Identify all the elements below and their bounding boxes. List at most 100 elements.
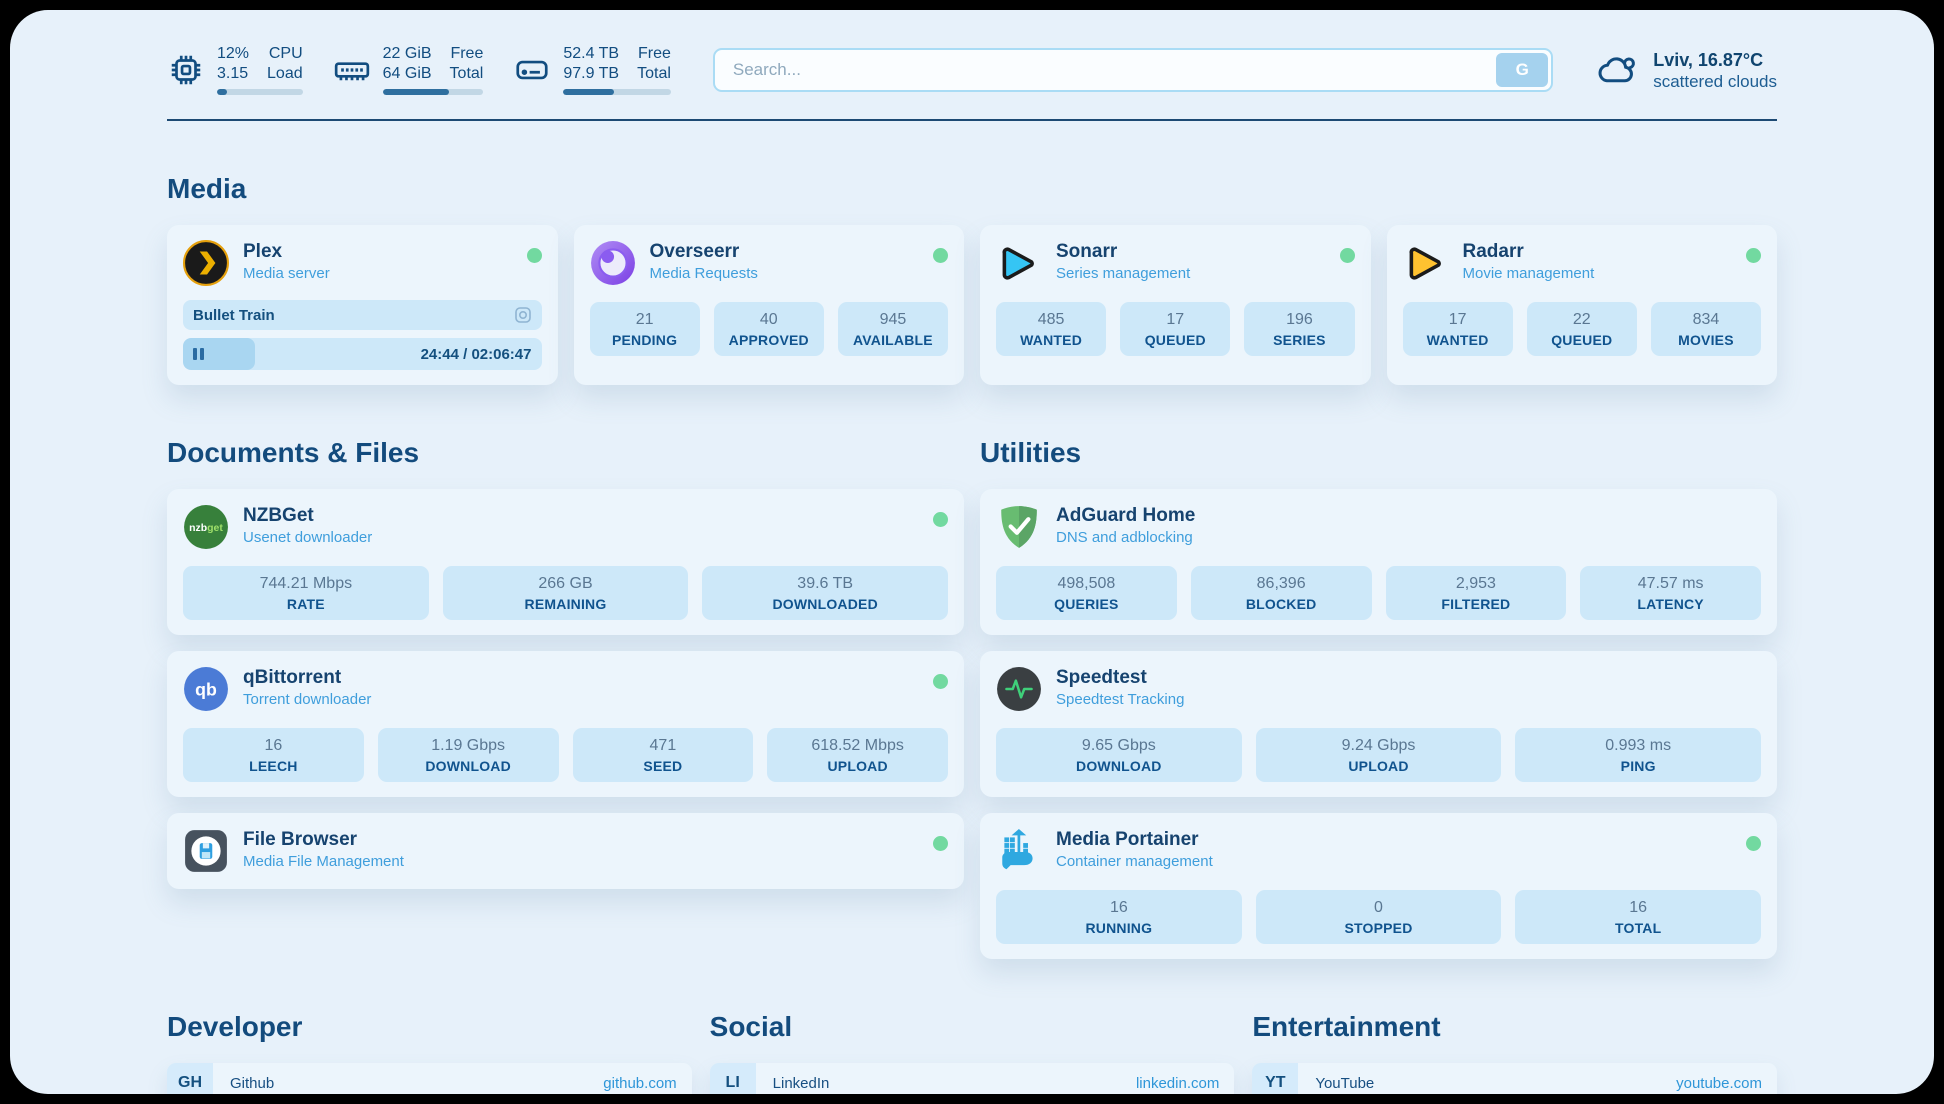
cloud-icon	[1595, 52, 1639, 88]
top-bar: 12% 3.15 CPU Load	[167, 10, 1777, 95]
stat-available: 945 AVAILABLE	[838, 302, 948, 356]
filebrowser-card[interactable]: File Browser Media File Management	[167, 813, 964, 889]
nzbget-card[interactable]: nzbget NZBGet Usenet downloader 744.21 M…	[167, 489, 964, 635]
ram-icon	[333, 51, 371, 89]
svg-text:nzbget: nzbget	[189, 523, 223, 534]
filebrowser-logo-icon	[183, 828, 229, 874]
weather-condition: scattered clouds	[1653, 72, 1777, 92]
memory-progress	[383, 89, 484, 95]
sonarr-card[interactable]: Sonarr Series management 485 WANTED 17 Q…	[980, 225, 1371, 385]
qbittorrent-logo-icon: qb	[183, 666, 229, 712]
stat-upload: 618.52 Mbps UPLOAD	[767, 728, 948, 782]
app-subtitle: Container management	[1056, 853, 1746, 870]
overseerr-card[interactable]: Overseerr Media Requests 21 PENDING 40 A…	[574, 225, 965, 385]
memory-stat: 22 GiB 64 GiB Free Total	[333, 44, 484, 95]
stat-blocked: 86,396 BLOCKED	[1191, 566, 1372, 620]
disk-free-label: Free	[637, 44, 671, 64]
section-title-utilities: Utilities	[980, 437, 1777, 469]
app-title: Plex	[243, 240, 527, 263]
stat-approved: 40 APPROVED	[714, 302, 824, 356]
stat-upload: 9.24 Gbps UPLOAD	[1256, 728, 1502, 782]
status-dot	[933, 836, 948, 851]
stat-wanted: 17 WANTED	[1403, 302, 1513, 356]
qbittorrent-card[interactable]: qb qBittorrent Torrent downloader 16 LEE…	[167, 651, 964, 797]
stat-queued: 22 QUEUED	[1527, 302, 1637, 356]
stat-ping: 0.993 ms PING	[1515, 728, 1761, 782]
status-dot	[1746, 248, 1761, 263]
stat-running: 16 RUNNING	[996, 890, 1242, 944]
disk-icon	[513, 51, 551, 89]
app-title: qBittorrent	[243, 666, 933, 689]
stat-downloaded: 39.6 TB DOWNLOADED	[702, 566, 948, 620]
playback-time: 24:44 / 02:06:47	[421, 346, 532, 363]
app-title: Radarr	[1463, 240, 1747, 263]
section-title-social: Social	[710, 1011, 1235, 1043]
plex-logo-icon	[183, 240, 229, 286]
status-dot	[933, 512, 948, 527]
section-title-documents: Documents & Files	[167, 437, 964, 469]
app-subtitle: Usenet downloader	[243, 529, 933, 546]
status-dot	[1340, 248, 1355, 263]
app-title: Sonarr	[1056, 240, 1340, 263]
link-github[interactable]: GH Github github.com	[167, 1063, 692, 1094]
now-playing-title: Bullet Train	[193, 307, 275, 324]
app-title: Overseerr	[650, 240, 934, 263]
app-subtitle: Media File Management	[243, 853, 933, 870]
system-stats: 12% 3.15 CPU Load	[167, 44, 671, 95]
app-subtitle: DNS and adblocking	[1056, 529, 1761, 546]
radarr-logo-icon	[1403, 240, 1449, 286]
stat-filtered: 2,953 FILTERED	[1386, 566, 1567, 620]
search-bar: G	[713, 48, 1553, 92]
app-title: Media Portainer	[1056, 828, 1746, 851]
app-title: AdGuard Home	[1056, 504, 1761, 527]
stat-download: 9.65 Gbps DOWNLOAD	[996, 728, 1242, 782]
stat-rate: 744.21 Mbps RATE	[183, 566, 429, 620]
link-linkedin[interactable]: LI LinkedIn linkedin.com	[710, 1063, 1235, 1094]
dashboard-page: 12% 3.15 CPU Load	[10, 10, 1934, 1094]
stat-stopped: 0 STOPPED	[1256, 890, 1502, 944]
svg-text:qb: qb	[195, 679, 217, 699]
overseerr-logo-icon	[590, 240, 636, 286]
app-subtitle: Series management	[1056, 265, 1340, 282]
app-subtitle: Speedtest Tracking	[1056, 691, 1761, 708]
speedtest-card[interactable]: Speedtest Speedtest Tracking 9.65 Gbps D…	[980, 651, 1777, 797]
plex-card[interactable]: Plex Media server Bullet Train 24:44 / 0…	[167, 225, 558, 385]
linkedin-badge-icon: LI	[710, 1063, 756, 1094]
disk-total-value: 97.9 TB	[563, 64, 619, 84]
disk-total-label: Total	[637, 64, 671, 84]
disk-progress	[563, 89, 671, 95]
pause-icon[interactable]	[193, 348, 204, 360]
cpu-icon	[167, 51, 205, 89]
stat-remaining: 266 GB REMAINING	[443, 566, 689, 620]
stat-seed: 471 SEED	[573, 728, 754, 782]
stat-download: 1.19 Gbps DOWNLOAD	[378, 728, 559, 782]
stat-total: 16 TOTAL	[1515, 890, 1761, 944]
disk-stat: 52.4 TB 97.9 TB Free Total	[513, 44, 671, 95]
now-playing-row[interactable]: Bullet Train	[183, 300, 542, 330]
link-youtube[interactable]: YT YouTube youtube.com	[1252, 1063, 1777, 1094]
app-subtitle: Media server	[243, 265, 527, 282]
search-engine-button[interactable]: G	[1496, 53, 1548, 87]
stat-leech: 16 LEECH	[183, 728, 364, 782]
weather-widget[interactable]: Lviv, 16.87°C scattered clouds	[1595, 48, 1777, 92]
status-dot	[527, 248, 542, 263]
disk-free-value: 52.4 TB	[563, 44, 619, 64]
adguard-card[interactable]: AdGuard Home DNS and adblocking 498,508 …	[980, 489, 1777, 635]
portainer-card[interactable]: Media Portainer Container management 16 …	[980, 813, 1777, 959]
mem-total-label: Total	[450, 64, 484, 84]
radarr-card[interactable]: Radarr Movie management 17 WANTED 22 QUE…	[1387, 225, 1778, 385]
adguard-logo-icon	[996, 504, 1042, 550]
sonarr-logo-icon	[996, 240, 1042, 286]
app-title: File Browser	[243, 828, 933, 851]
cpu-load-value: 3.15	[217, 64, 249, 84]
session-icon	[514, 306, 532, 324]
search-input[interactable]	[713, 48, 1553, 92]
stat-latency: 47.57 ms LATENCY	[1580, 566, 1761, 620]
mem-free-label: Free	[450, 44, 484, 64]
playback-progress[interactable]: 24:44 / 02:06:47	[183, 338, 542, 370]
cpu-usage-value: 12%	[217, 44, 249, 64]
section-title-developer: Developer	[167, 1011, 692, 1043]
weather-location: Lviv, 16.87°C	[1653, 48, 1777, 72]
app-title: NZBGet	[243, 504, 933, 527]
app-subtitle: Torrent downloader	[243, 691, 933, 708]
